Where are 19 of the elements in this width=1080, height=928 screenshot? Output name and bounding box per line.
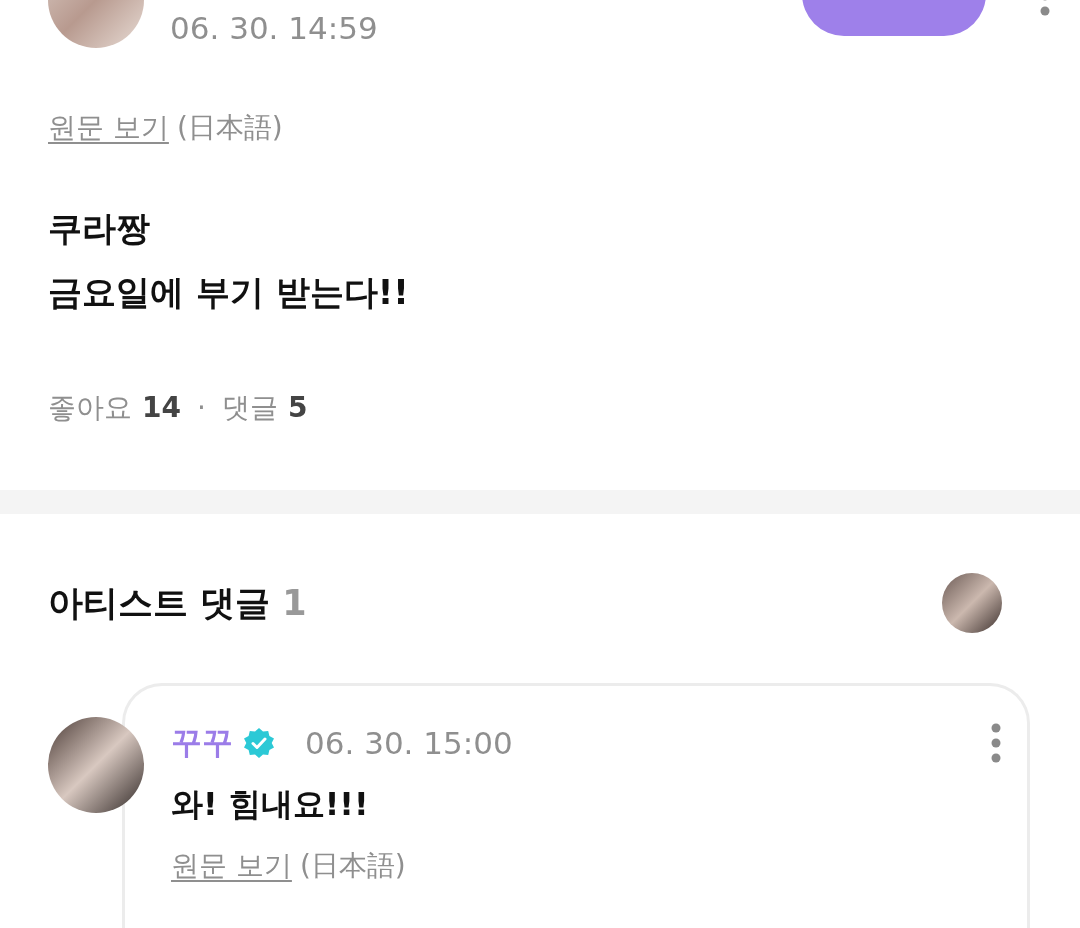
language-label: (日本語) bbox=[176, 110, 283, 146]
language-label: (日本語) bbox=[299, 848, 406, 884]
avatar-photo[interactable] bbox=[942, 573, 1002, 633]
view-original-link[interactable]: 원문 보기 bbox=[171, 848, 292, 884]
author-name: 꾸꾸 bbox=[171, 723, 233, 762]
more-icon bbox=[991, 723, 1001, 763]
stat-label: 좋아요 bbox=[48, 390, 132, 426]
post-timestamp: 06. 30. 14:59 bbox=[170, 9, 378, 48]
comment-timestamp: 06. 30. 15:00 bbox=[305, 725, 513, 761]
comment-text: 와! 힘내요!!! bbox=[171, 784, 370, 825]
stat-count: 5 bbox=[287, 390, 308, 426]
stat-label: 댓글 bbox=[221, 390, 278, 426]
post-text: 금요일에 부기 받는다!! bbox=[48, 271, 410, 314]
post-text: 쿠라짱 bbox=[48, 207, 151, 250]
comment-count: 1 bbox=[282, 583, 307, 623]
view-original-link[interactable]: 원문 보기 bbox=[48, 110, 169, 146]
section-title: 아티스트 댓글 bbox=[48, 581, 271, 625]
separator-dot: · bbox=[196, 390, 206, 426]
stat-count: 14 bbox=[142, 390, 181, 426]
